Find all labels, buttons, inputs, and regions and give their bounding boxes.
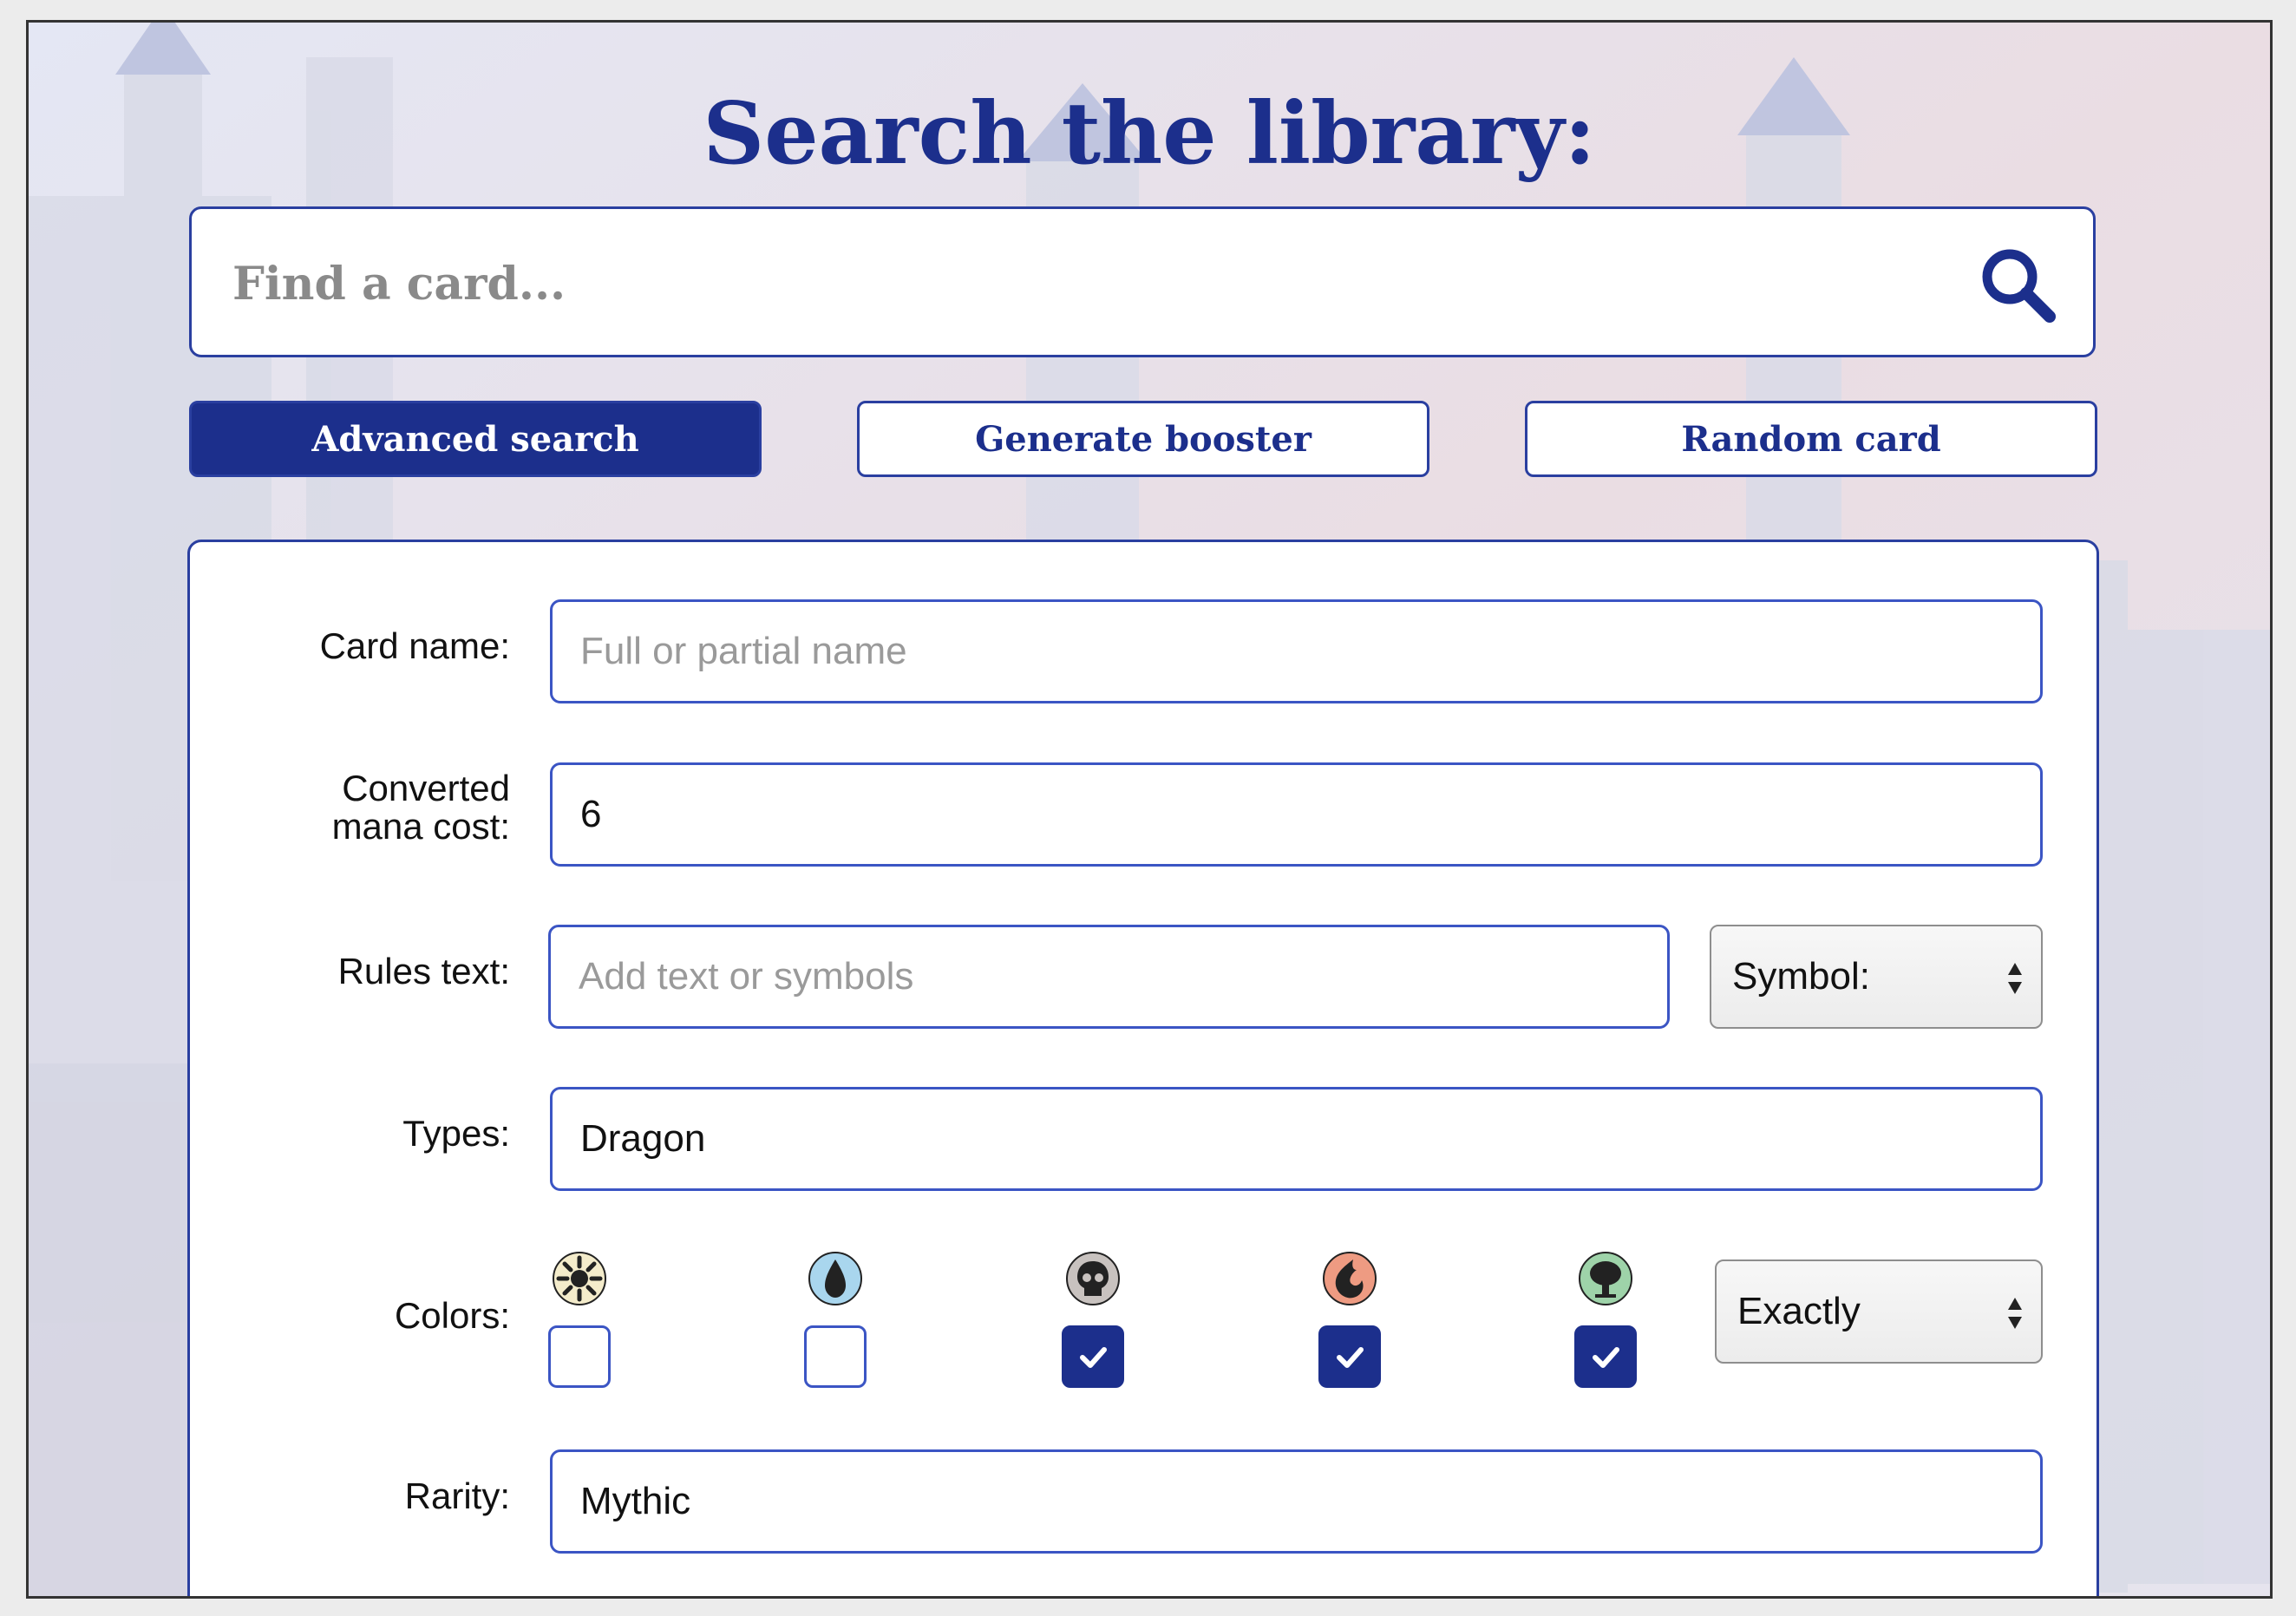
card-search-input[interactable] [231, 235, 1882, 332]
color-checkbox-green[interactable] [1574, 1325, 1637, 1388]
advanced-search-button[interactable]: Advanced search [189, 401, 762, 477]
page-title: Search the library: [703, 84, 1596, 184]
rules-text-label: Rules text: [337, 951, 510, 991]
select-arrows-icon [2008, 1298, 2022, 1329]
rarity-label: Rarity: [404, 1475, 510, 1516]
blue-mana-icon [808, 1252, 862, 1305]
color-checkbox-white[interactable] [548, 1325, 611, 1388]
white-mana-icon [553, 1252, 606, 1305]
symbol-select-value: Symbol: [1732, 955, 1870, 998]
card-name-input[interactable] [550, 599, 2043, 703]
color-match-select[interactable]: Exactly [1715, 1259, 2043, 1364]
color-checkbox-black[interactable] [1062, 1325, 1124, 1388]
rarity-input[interactable] [550, 1449, 2043, 1554]
green-mana-icon [1579, 1252, 1632, 1305]
cmc-label-line1: Converted [342, 768, 510, 808]
color-match-value: Exactly [1737, 1290, 1861, 1332]
card-name-label: Card name: [319, 625, 510, 666]
advanced-search-panel: Card name: Converted mana cost: Rules te… [187, 540, 2099, 1596]
color-checkbox-blue[interactable] [804, 1325, 867, 1388]
types-input[interactable] [550, 1087, 2043, 1191]
page-frame: Search the library: Advanced search Gene… [26, 20, 2273, 1599]
card-search-box[interactable] [189, 206, 2096, 357]
colors-label: Colors: [394, 1295, 510, 1336]
cmc-label: Converted mana cost: [232, 769, 510, 846]
color-checkbox-red[interactable] [1318, 1325, 1381, 1388]
red-mana-icon [1323, 1252, 1377, 1305]
black-mana-icon [1066, 1252, 1120, 1305]
select-arrows-icon [2008, 963, 2022, 994]
generate-booster-button[interactable]: Generate booster [857, 401, 1429, 477]
cmc-label-line2: mana cost: [331, 806, 510, 847]
random-card-button[interactable]: Random card [1525, 401, 2097, 477]
symbol-select[interactable]: Symbol: [1710, 925, 2043, 1029]
cmc-input[interactable] [550, 762, 2043, 867]
rules-text-input[interactable] [548, 925, 1670, 1029]
search-icon[interactable] [1977, 244, 2057, 324]
types-label: Types: [402, 1113, 510, 1154]
